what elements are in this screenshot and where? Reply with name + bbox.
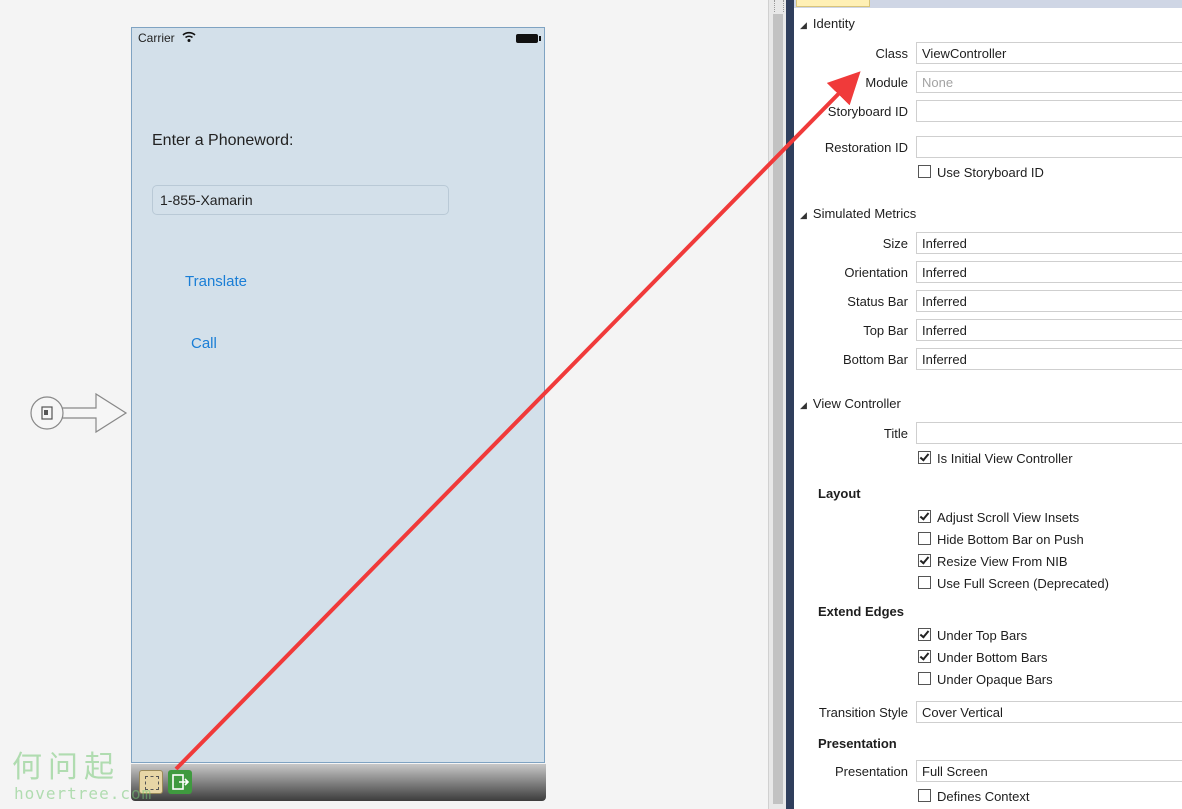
checkbox-unchecked-icon xyxy=(918,165,931,178)
checkbox-unchecked-icon xyxy=(918,789,931,802)
adjust-scroll-view-insets-checkbox[interactable]: Adjust Scroll View Insets xyxy=(918,510,1079,525)
call-button[interactable]: Call xyxy=(191,335,217,352)
presentation-group-label: Presentation xyxy=(818,736,897,751)
phone-number-field[interactable]: 1-855-Xamarin xyxy=(152,185,449,215)
storyboard-id-field[interactable] xyxy=(916,100,1182,122)
module-field[interactable]: None xyxy=(916,71,1182,93)
collapse-triangle-icon: ◢ xyxy=(800,20,807,30)
translate-button[interactable]: Translate xyxy=(185,273,247,290)
use-storyboard-id-checkbox[interactable]: Use Storyboard ID xyxy=(918,165,1044,180)
orientation-label: Orientation xyxy=(844,265,908,280)
top-bar-select[interactable]: Inferred xyxy=(916,319,1182,341)
layout-group-label: Layout xyxy=(818,486,861,501)
bottom-bar-select[interactable]: Inferred xyxy=(916,348,1182,370)
checkbox-unchecked-icon xyxy=(918,532,931,545)
presentation-label: Presentation xyxy=(835,764,908,779)
hide-bottom-bar-on-push-checkbox[interactable]: Hide Bottom Bar on Push xyxy=(918,532,1084,547)
status-bar-label: Status Bar xyxy=(847,294,908,309)
title-label: Title xyxy=(883,426,908,441)
size-select[interactable]: Inferred xyxy=(916,232,1182,254)
top-bar-label: Top Bar xyxy=(863,323,908,338)
panel-divider[interactable] xyxy=(786,0,794,809)
storyboard-canvas[interactable]: Carrier Enter a Phoneword: 1-855-Xamarin… xyxy=(0,0,770,809)
defines-context-checkbox[interactable]: Defines Context xyxy=(918,789,1030,804)
identity-section-header[interactable]: ◢ Identity xyxy=(800,16,855,31)
class-label: Class xyxy=(875,46,908,61)
scrollbar-grip-icon xyxy=(774,0,784,12)
status-bar: Carrier xyxy=(132,28,544,50)
properties-tab[interactable] xyxy=(796,0,870,7)
orientation-select[interactable]: Inferred xyxy=(916,261,1182,283)
checkbox-checked-icon xyxy=(918,650,931,663)
scrollbar-thumb[interactable] xyxy=(773,14,783,804)
presentation-select[interactable]: Full Screen xyxy=(916,760,1182,782)
restoration-id-label: Restoration ID xyxy=(824,140,908,155)
properties-toolbar xyxy=(794,0,1182,8)
extend-edges-group-label: Extend Edges xyxy=(818,604,904,619)
checkbox-checked-icon xyxy=(918,628,931,641)
canvas-scrollbar[interactable] xyxy=(768,0,787,809)
wifi-icon xyxy=(182,31,196,42)
simulated-metrics-section-header[interactable]: ◢ Simulated Metrics xyxy=(800,206,916,221)
restoration-id-field[interactable] xyxy=(916,136,1182,158)
title-field[interactable] xyxy=(916,422,1182,444)
storyboard-id-label: Storyboard ID xyxy=(827,104,908,119)
collapse-triangle-icon: ◢ xyxy=(800,400,807,410)
transition-style-select[interactable]: Cover Vertical xyxy=(916,701,1182,723)
view-controller-section-header[interactable]: ◢ View Controller xyxy=(800,396,901,411)
checkbox-unchecked-icon xyxy=(918,576,931,589)
view-controller-scene[interactable]: Carrier Enter a Phoneword: 1-855-Xamarin… xyxy=(131,27,545,763)
resize-view-from-nib-checkbox[interactable]: Resize View From NIB xyxy=(918,554,1068,569)
checkbox-checked-icon xyxy=(918,451,931,464)
bottom-bar-label: Bottom Bar xyxy=(842,352,908,367)
exit-icon[interactable] xyxy=(168,770,192,794)
carrier-label: Carrier xyxy=(138,31,175,45)
watermark-logo: 何问起 xyxy=(12,750,120,785)
module-label: Module xyxy=(865,75,908,90)
transition-style-label: Transition Style xyxy=(818,705,908,720)
properties-panel: ◢ Identity Class ViewController Module No… xyxy=(794,0,1182,809)
checkbox-checked-icon xyxy=(918,510,931,523)
watermark-url: hovertree.com xyxy=(14,784,153,803)
class-field[interactable]: ViewController xyxy=(916,42,1182,64)
use-full-screen-checkbox[interactable]: Use Full Screen (Deprecated) xyxy=(918,576,1109,591)
under-opaque-bars-checkbox[interactable]: Under Opaque Bars xyxy=(918,672,1053,687)
initial-scene-arrow-icon[interactable] xyxy=(30,390,130,436)
checkbox-checked-icon xyxy=(918,554,931,567)
phoneword-prompt-label[interactable]: Enter a Phoneword: xyxy=(152,132,293,150)
checkbox-unchecked-icon xyxy=(918,672,931,685)
under-bottom-bars-checkbox[interactable]: Under Bottom Bars xyxy=(918,650,1048,665)
size-label: Size xyxy=(882,236,908,251)
collapse-triangle-icon: ◢ xyxy=(800,210,807,220)
is-initial-view-controller-checkbox[interactable]: Is Initial View Controller xyxy=(918,451,1073,466)
scene-dock xyxy=(131,764,546,801)
status-bar-select[interactable]: Inferred xyxy=(916,290,1182,312)
battery-icon xyxy=(516,34,541,43)
under-top-bars-checkbox[interactable]: Under Top Bars xyxy=(918,628,1027,643)
